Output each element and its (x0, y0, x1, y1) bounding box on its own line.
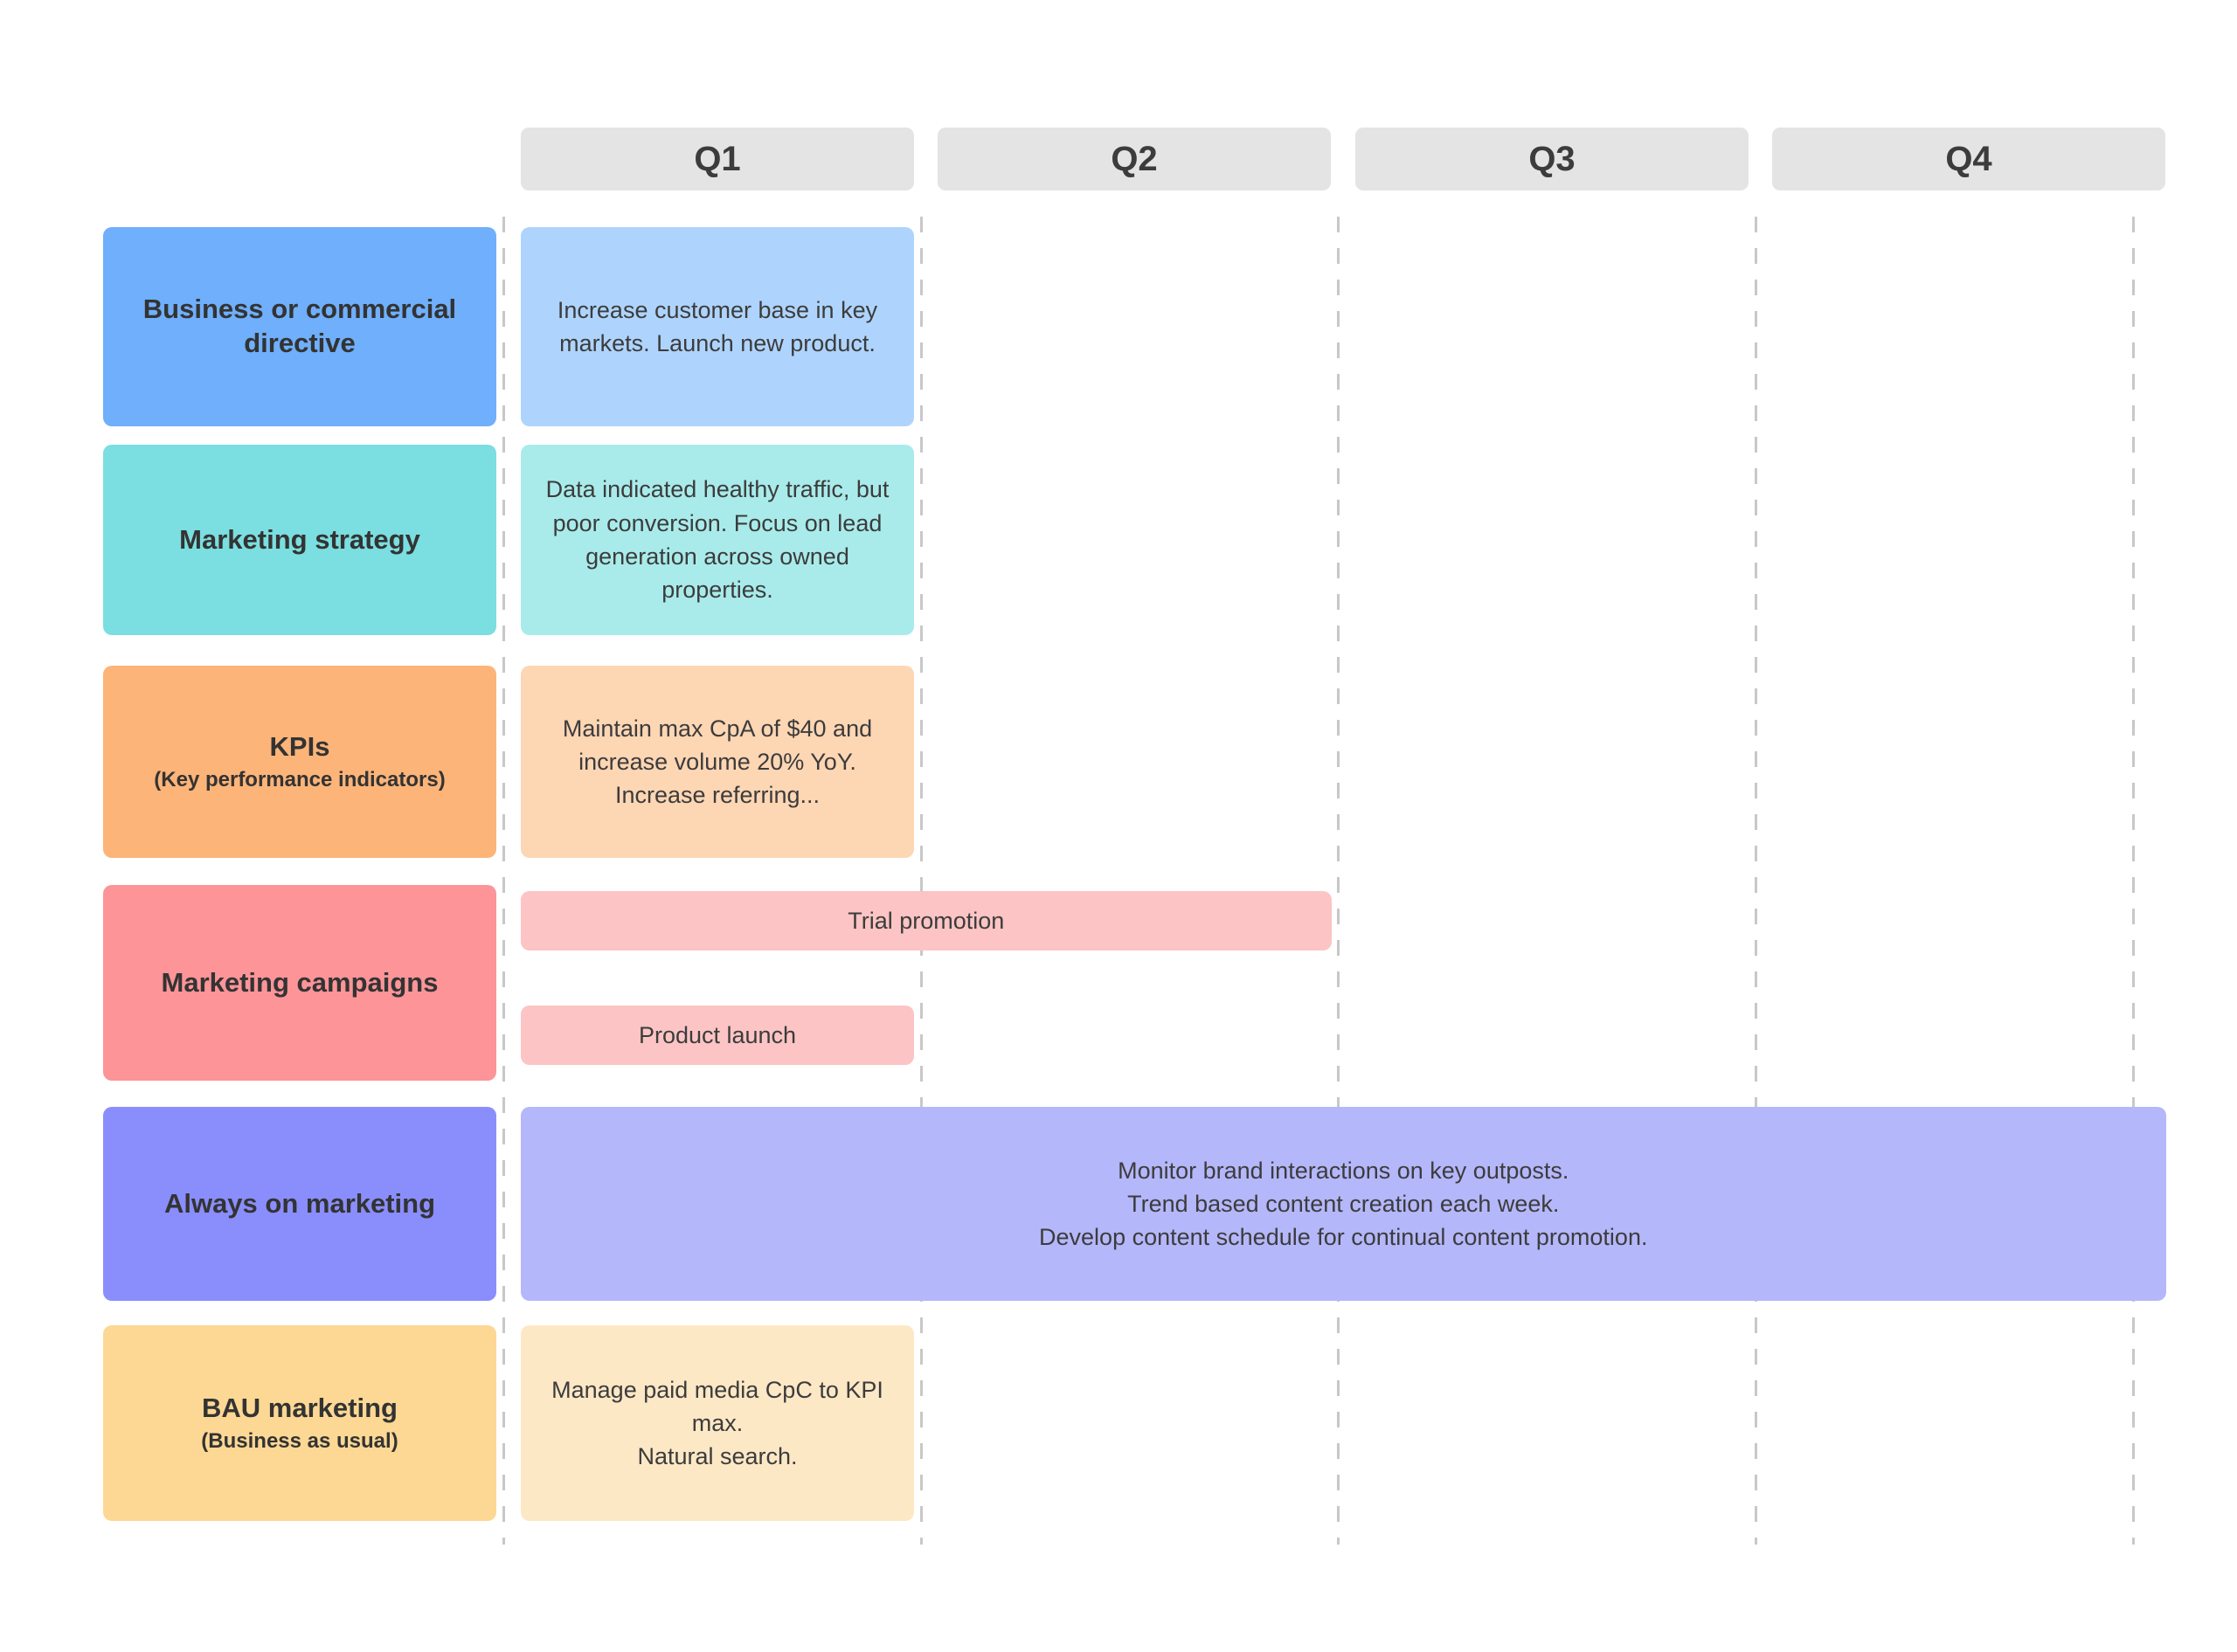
bar-business-or-commercial-directive-1[interactable]: Increase customer base in key markets. L… (521, 227, 914, 426)
quarter-header-q3[interactable]: Q3 (1355, 128, 1749, 190)
quarter-divider-3 (1337, 217, 1340, 1545)
row-label-title: KPIs (269, 731, 330, 763)
bar-always-on-marketing-1[interactable]: Monitor brand interactions on key outpos… (521, 1107, 2166, 1301)
row-label-bau-marketing[interactable]: BAU marketing (Business as usual) (103, 1325, 496, 1521)
bar-kpis-1[interactable]: Maintain max CpA of $40 and increase vol… (521, 666, 914, 858)
bar-marketing-strategy-1[interactable]: Data indicated healthy traffic, but poor… (521, 445, 914, 635)
row-label-title: BAU marketing (202, 1393, 398, 1424)
row-label-sublabel: (Key performance indicators) (154, 767, 446, 791)
quarter-divider-2 (920, 217, 923, 1545)
row-label-title: Business or commercial directive (142, 294, 457, 358)
row-label-marketing-strategy[interactable]: Marketing strategy (103, 445, 496, 635)
quarter-divider-1 (502, 217, 505, 1545)
quarter-divider-5 (2132, 217, 2135, 1545)
quarter-header-q1[interactable]: Q1 (521, 128, 914, 190)
row-label-always-on-marketing[interactable]: Always on marketing (103, 1107, 496, 1301)
row-label-marketing-campaigns[interactable]: Marketing campaigns (103, 885, 496, 1081)
quarter-header-q4[interactable]: Q4 (1772, 128, 2165, 190)
row-label-title: Always on marketing (163, 1187, 436, 1219)
quarter-header-q2[interactable]: Q2 (938, 128, 1331, 190)
row-label-business-or-commercial-directive[interactable]: Business or commercial directive (103, 227, 496, 426)
row-label-sublabel: (Business as usual) (201, 1428, 398, 1453)
bar-marketing-campaigns-1[interactable]: Trial promotion (521, 891, 1332, 950)
row-label-title: Marketing campaigns (161, 966, 439, 998)
row-label-kpis[interactable]: KPIs (Key performance indicators) (103, 666, 496, 858)
bar-marketing-campaigns-2[interactable]: Product launch (521, 1006, 914, 1065)
marketing-roadmap-board: Q1 Q2 Q3 Q4 Business or commercial directiv… (0, 0, 2237, 1652)
quarter-divider-4 (1755, 217, 1757, 1545)
bar-bau-marketing-1[interactable]: Manage paid media CpC to KPI max. Natura… (521, 1325, 914, 1521)
row-label-title: Marketing strategy (179, 523, 420, 555)
